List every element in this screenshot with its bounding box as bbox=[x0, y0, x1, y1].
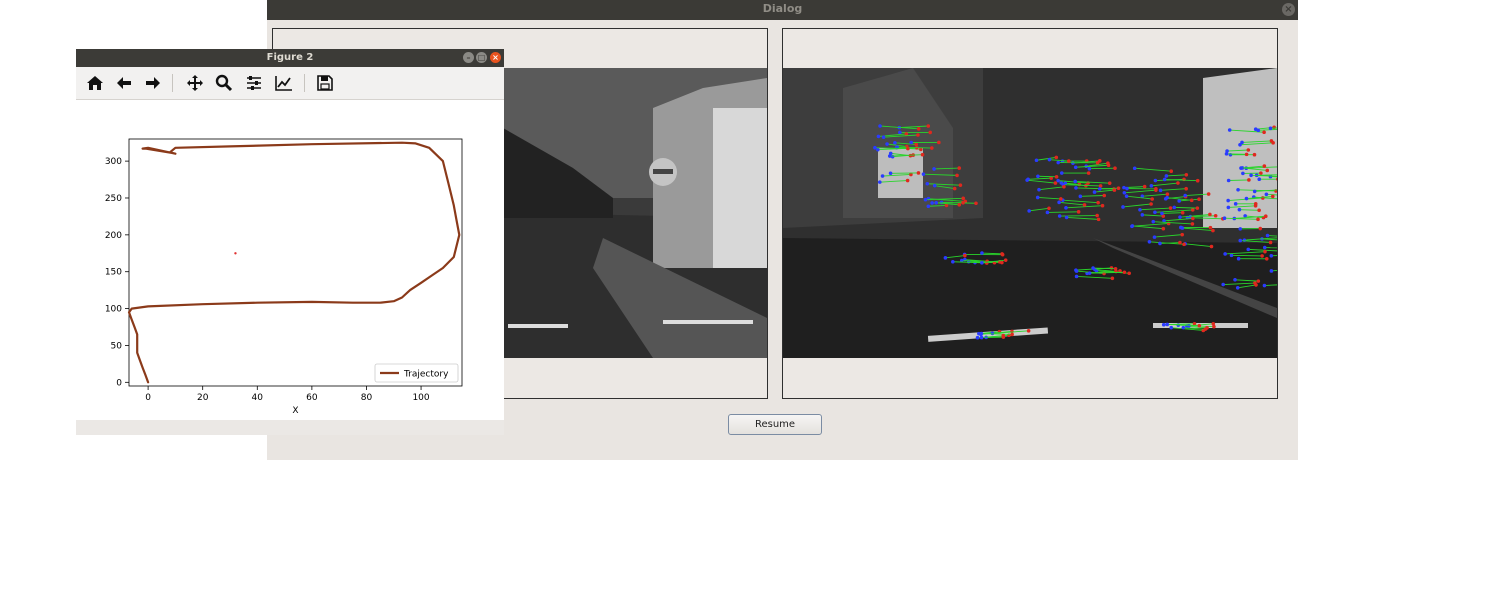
y-tick-label: 50 bbox=[111, 341, 123, 351]
y-tick-label: 300 bbox=[105, 157, 122, 167]
axes-frame bbox=[128, 138, 463, 387]
home-icon[interactable] bbox=[84, 73, 106, 93]
forward-icon[interactable] bbox=[142, 73, 164, 93]
edit-axis-icon[interactable] bbox=[273, 73, 295, 93]
figure-window: Figure 2 – □ × 0 20 40 60 80 100 0 50 10… bbox=[76, 49, 504, 435]
legend-label: Trajectory bbox=[403, 370, 449, 380]
toolbar-separator bbox=[172, 74, 173, 92]
close-icon[interactable]: × bbox=[490, 52, 501, 63]
figure-titlebar[interactable]: Figure 2 – □ × bbox=[76, 49, 504, 67]
configure-subplots-icon[interactable] bbox=[243, 73, 265, 93]
figure-statusbar bbox=[76, 420, 504, 435]
minimize-icon[interactable]: – bbox=[463, 52, 474, 63]
save-icon[interactable] bbox=[314, 73, 336, 93]
y-tick-label: 250 bbox=[105, 194, 122, 204]
y-tick-label: 200 bbox=[105, 231, 122, 241]
maximize-icon[interactable]: □ bbox=[476, 52, 487, 63]
x-tick-label: 0 bbox=[145, 393, 151, 403]
toolbar-separator bbox=[304, 74, 305, 92]
plot-area[interactable]: 0 20 40 60 80 100 0 50 100 150 200 250 300 X Trajecto… bbox=[76, 100, 504, 420]
x-tick-label: 40 bbox=[252, 393, 264, 403]
x-tick-label: 80 bbox=[361, 393, 373, 403]
origin-marker bbox=[234, 252, 237, 255]
trajectory-chart[interactable]: 0 20 40 60 80 100 0 50 100 150 200 250 300 X Trajecto… bbox=[76, 100, 504, 420]
x-tick-label: 100 bbox=[412, 393, 429, 403]
back-icon[interactable] bbox=[113, 73, 135, 93]
feature-matches-image bbox=[783, 68, 1277, 358]
close-icon[interactable]: × bbox=[1282, 3, 1295, 16]
resume-button[interactable]: Resume bbox=[728, 414, 822, 435]
matplotlib-toolbar bbox=[76, 67, 504, 100]
dialog-titlebar[interactable]: Dialog × bbox=[267, 0, 1298, 20]
zoom-icon[interactable] bbox=[213, 73, 235, 93]
dialog-title: Dialog bbox=[762, 2, 803, 15]
y-tick-label: 0 bbox=[116, 378, 122, 388]
camera-image-frame-right bbox=[782, 28, 1278, 399]
x-tick-label: 20 bbox=[197, 393, 209, 403]
figure-title: Figure 2 bbox=[266, 52, 314, 63]
x-axis-label: X bbox=[292, 406, 298, 416]
pan-icon[interactable] bbox=[184, 73, 206, 93]
y-tick-label: 150 bbox=[105, 268, 122, 278]
x-tick-label: 60 bbox=[306, 393, 318, 403]
y-tick-label: 100 bbox=[105, 305, 122, 315]
